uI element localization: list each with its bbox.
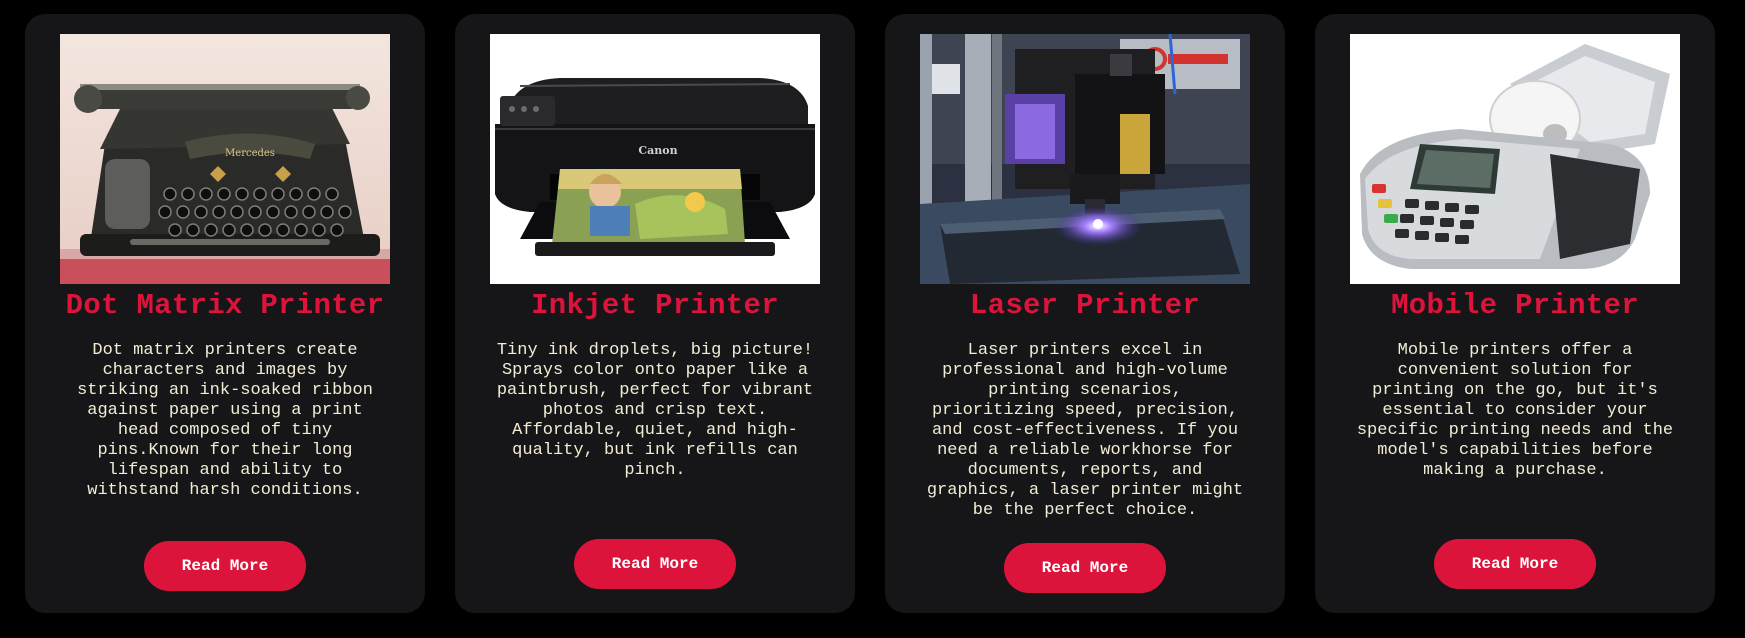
card-inkjet-printer: Canon Inkjet Printer Tiny ink droplets, … [455, 14, 855, 613]
card-dot-matrix-printer: Mercedes Dot Matrix Printer Dot matrix p… [25, 14, 425, 613]
card-description: Tiny ink droplets, big picture! Sprays c… [496, 341, 814, 480]
inkjet-printer-image: Canon [490, 34, 820, 284]
read-more-button[interactable]: Read More [1434, 539, 1596, 589]
typewriter-image: Mercedes [60, 34, 390, 284]
mobile-printer-image [1350, 34, 1680, 284]
card-description: Laser printers excel in professional and… [926, 341, 1244, 520]
laser-engraver-image [920, 34, 1250, 284]
card-title: Inkjet Printer [531, 289, 779, 322]
read-more-button[interactable]: Read More [144, 541, 306, 591]
card-description: Mobile printers offer a convenient solut… [1356, 341, 1674, 480]
svg-text:Mercedes: Mercedes [225, 148, 275, 159]
card-laser-printer: Laser Printer Laser printers excel in pr… [885, 14, 1285, 613]
card-description: Dot matrix printers create characters an… [77, 341, 373, 500]
card-title: Mobile Printer [1391, 289, 1639, 322]
printer-brand-label: Canon [638, 144, 677, 157]
read-more-button[interactable]: Read More [1004, 543, 1166, 593]
card-title: Laser Printer [969, 289, 1201, 322]
card-title: Dot Matrix Printer [65, 289, 385, 322]
card-mobile-printer: Mobile Printer Mobile printers offer a c… [1315, 14, 1715, 613]
read-more-button[interactable]: Read More [574, 539, 736, 589]
printer-cards-page: Mercedes Dot Matrix Printer Dot matrix p… [0, 0, 1745, 638]
